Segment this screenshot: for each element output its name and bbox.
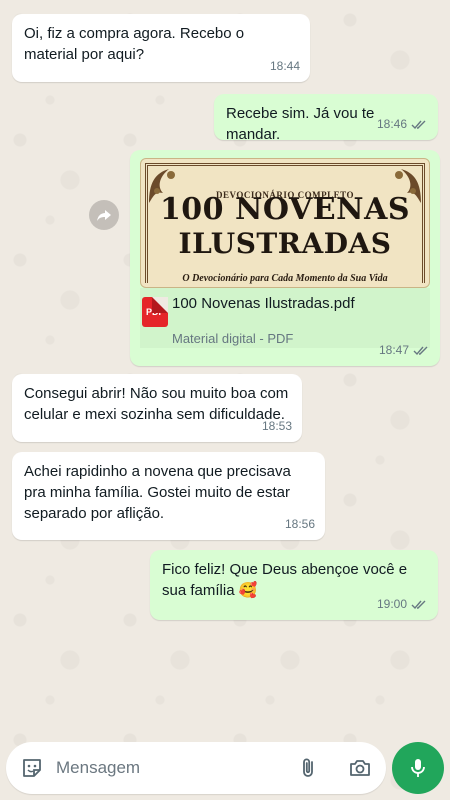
double-check-icon xyxy=(413,346,428,356)
message-time: 18:46 xyxy=(376,117,407,131)
forward-button[interactable] xyxy=(89,200,119,230)
message-text: Achei rapidinho a novena que precisava p… xyxy=(24,463,291,522)
message-outgoing[interactable]: Fico feliz! Que Deus abençoe você e sua … xyxy=(150,550,438,620)
message-meta: 18:53 xyxy=(262,416,292,437)
message-incoming[interactable]: Consegui abrir! Não sou muito boa com ce… xyxy=(12,374,302,442)
message-text: Oi, fiz a compra agora. Recebo o materia… xyxy=(24,25,245,63)
document-message[interactable]: DEVOCIONÁRIO COMPLETO 100 NOVENAS ILUSTR… xyxy=(130,150,440,366)
document-preview[interactable]: DEVOCIONÁRIO COMPLETO 100 NOVENAS ILUSTR… xyxy=(140,158,430,288)
message-time: 19:00 xyxy=(376,597,407,611)
preview-subtitle: O Devocionário para Cada Momento da Sua … xyxy=(182,273,388,284)
forward-icon xyxy=(97,210,111,221)
camera-icon[interactable] xyxy=(348,756,372,780)
message-time: 18:44 xyxy=(269,59,300,73)
double-check-icon xyxy=(411,120,426,130)
sticker-icon[interactable] xyxy=(20,756,44,780)
message-text: Consegui abrir! Não sou muito boa com ce… xyxy=(24,385,289,423)
message-meta: 18:44 xyxy=(270,56,300,77)
message-input[interactable] xyxy=(56,752,276,784)
pdf-file-icon: PDF xyxy=(142,297,168,327)
message-incoming[interactable]: Oi, fiz a compra agora. Recebo o materia… xyxy=(12,14,310,82)
message-meta: 19:00 xyxy=(377,594,428,615)
document-description: Material digital - PDF xyxy=(172,331,294,346)
paperclip-icon[interactable] xyxy=(296,756,320,780)
preview-title-line1: 100 NOVENAS xyxy=(159,192,411,227)
message-meta: 18:47 xyxy=(379,340,430,361)
message-outgoing[interactable]: Recebe sim. Já vou te mandar. 18:46 xyxy=(214,94,438,143)
mic-button[interactable] xyxy=(392,742,444,794)
message-incoming[interactable]: Achei rapidinho a novena que precisava p… xyxy=(12,452,325,540)
message-time: 18:53 xyxy=(261,419,292,433)
file-badge: PDF xyxy=(146,307,164,317)
mic-icon xyxy=(411,759,425,777)
message-meta: 18:46 xyxy=(377,114,428,135)
message-time: 18:47 xyxy=(378,343,409,357)
message-composer xyxy=(6,742,386,794)
message-time: 18:56 xyxy=(284,517,315,531)
message-meta: 18:56 xyxy=(285,514,315,535)
double-check-icon xyxy=(411,600,426,610)
preview-title-line2: ILUSTRADAS xyxy=(178,227,392,260)
document-name: 100 Novenas Ilustradas.pdf xyxy=(172,295,355,312)
